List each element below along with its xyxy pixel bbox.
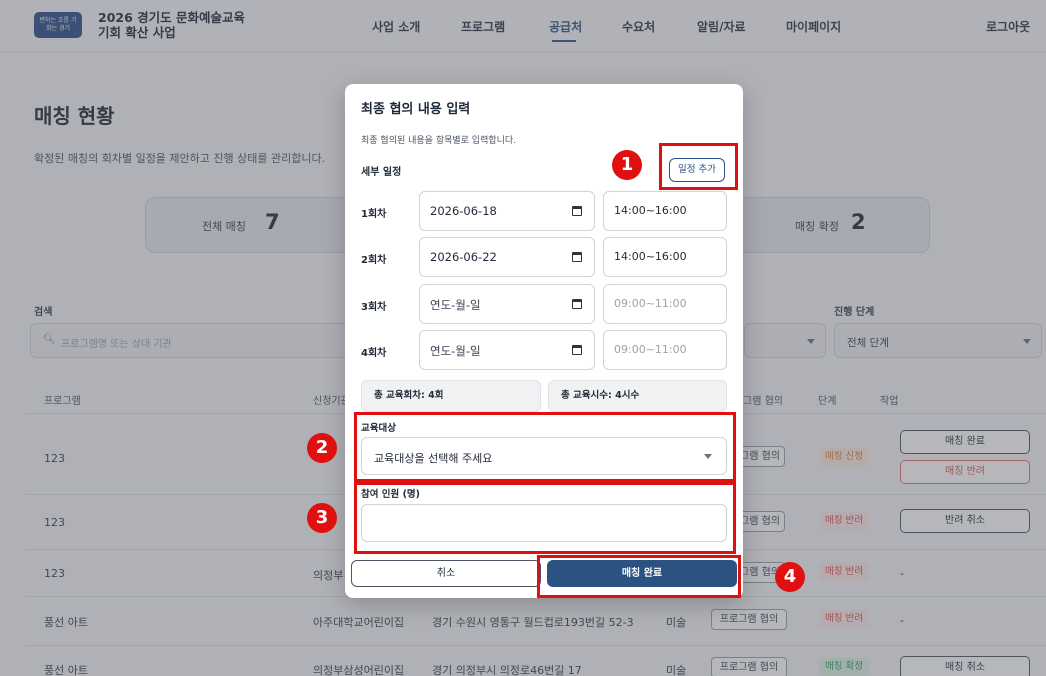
annotation-number-4: 4 bbox=[775, 562, 805, 592]
total-sessions-summary: 총 교육회차: 4회 bbox=[361, 380, 541, 412]
session-time-placeholder: 09:00~11:00 bbox=[614, 343, 687, 356]
session-time-input[interactable]: 14:00~16:00 bbox=[603, 191, 727, 231]
annotation-number-2: 2 bbox=[307, 433, 337, 463]
calendar-icon[interactable] bbox=[572, 299, 582, 309]
calendar-icon[interactable] bbox=[572, 345, 582, 355]
modal-title: 최종 협의 내용 입력 bbox=[361, 102, 471, 117]
session-date-value: 2026-06-22 bbox=[430, 250, 497, 264]
session-date-value: 2026-06-18 bbox=[430, 204, 497, 218]
schedule-section-label: 세부 일정 bbox=[361, 167, 402, 178]
session-time-value: 14:00~16:00 bbox=[614, 250, 687, 263]
session-time-placeholder: 09:00~11:00 bbox=[614, 297, 687, 310]
annotation-number-3: 3 bbox=[307, 503, 337, 533]
session-date-input[interactable]: 연도-월-일 bbox=[419, 284, 595, 324]
session-date-input[interactable]: 2026-06-22 bbox=[419, 237, 595, 277]
session-date-input[interactable]: 2026-06-18 bbox=[419, 191, 595, 231]
session-time-input[interactable]: 14:00~16:00 bbox=[603, 237, 727, 277]
session-label: 3회차 bbox=[361, 302, 387, 313]
session-time-input[interactable]: 09:00~11:00 bbox=[603, 284, 727, 324]
highlight-box-2 bbox=[354, 412, 736, 482]
session-label: 1회차 bbox=[361, 209, 387, 220]
modal-description: 최종 협의된 내용을 항목별로 입력합니다. bbox=[361, 136, 517, 146]
session-time-value: 14:00~16:00 bbox=[614, 204, 687, 217]
total-hours-summary: 총 교육시수: 4시수 bbox=[548, 380, 727, 412]
highlight-box-4 bbox=[537, 555, 741, 598]
cancel-button[interactable]: 취소 bbox=[351, 560, 541, 587]
annotation-number-1: 1 bbox=[612, 150, 642, 180]
calendar-icon[interactable] bbox=[572, 206, 582, 216]
session-label: 2회차 bbox=[361, 255, 387, 266]
calendar-icon[interactable] bbox=[572, 252, 582, 262]
session-label: 4회차 bbox=[361, 348, 387, 359]
highlight-box-3 bbox=[354, 482, 736, 554]
session-date-placeholder: 연도-월-일 bbox=[430, 298, 481, 312]
highlight-box-1 bbox=[659, 143, 738, 190]
session-date-input[interactable]: 연도-월-일 bbox=[419, 330, 595, 370]
session-time-input[interactable]: 09:00~11:00 bbox=[603, 330, 727, 370]
session-date-placeholder: 연도-월-일 bbox=[430, 344, 481, 358]
